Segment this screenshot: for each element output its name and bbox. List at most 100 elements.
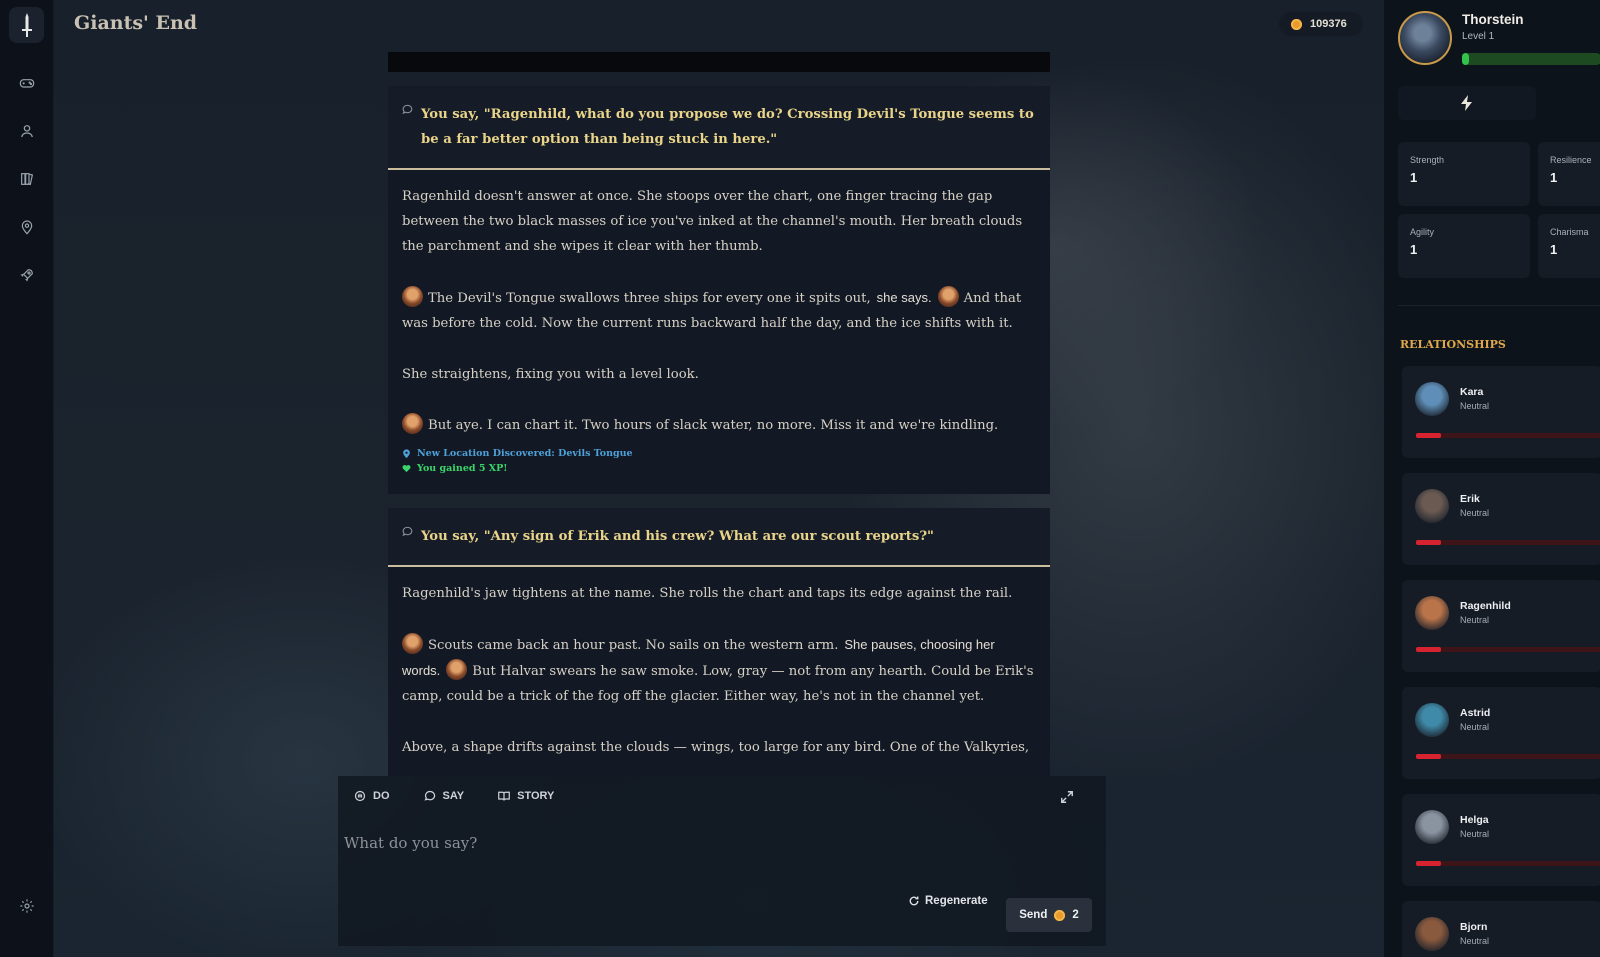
stat-label: Agility [1410,227,1435,237]
rocket-icon[interactable] [14,262,40,288]
narration-paragraph: Scouts came back an hour past. No sails … [402,632,1034,709]
xp-bar-fill [1462,53,1469,65]
xp-bar [1462,53,1600,65]
refresh-icon [909,896,919,906]
stat-label: Strength [1410,155,1445,165]
divider [1398,305,1600,306]
app-title: Giants' End [74,12,198,34]
send-label: Send [1019,909,1048,921]
regenerate-button[interactable]: Regenerate [908,886,988,916]
relationship-card-kara[interactable]: Kara Neutral [1402,366,1600,458]
narration-paragraph: She straightens, fixing you with a level… [402,367,699,382]
npc-avatar [1415,810,1449,844]
user-icon[interactable] [14,118,40,144]
ragenhild-portrait-icon [937,286,959,307]
map-pin-icon [403,448,410,458]
npc-name: Helga [1460,814,1489,826]
npc-avatar [1415,489,1449,523]
ragenhild-portrait-icon [402,286,423,307]
story-log: You say, "Ragenhild, what do you propose… [388,86,1050,776]
speech-bubble-icon [402,104,413,115]
narration-paragraph: Above, a shape drifts against the clouds… [402,740,1030,755]
regenerate-label: Regenerate [925,895,988,907]
npc-status: Neutral [1460,936,1490,946]
tab-say-label: SAY [442,790,465,802]
player-say-entry: You say, "Ragenhild, what do you propose… [388,86,1050,170]
ragenhild-portrait-icon [402,413,423,434]
dialogue-text: But Halvar swears he saw smoke. Low, gra… [402,664,1034,704]
relationship-card-erik[interactable]: Erik Neutral [1402,473,1600,565]
dialogue-text: But aye. I can chart it. Two hours of sl… [428,418,999,433]
dialogue-tag: she says. [876,290,932,305]
stat-agility: Agility 1 [1398,214,1530,278]
stat-label: Resilience [1550,155,1592,165]
npc-avatar [1415,917,1449,951]
npc-status: Neutral [1460,401,1490,411]
action-input-panel: DO SAY STORY Regenerate Send 2 [338,776,1106,946]
tab-story-label: STORY [517,790,555,802]
npc-name: Astrid [1460,707,1491,719]
xp-notice: You gained 5 XP! [402,461,1034,476]
npc-status: Neutral [1460,829,1490,839]
stat-value: 1 [1550,170,1558,185]
say-input[interactable] [344,826,1084,860]
relationship-card-helga[interactable]: Helga Neutral [1402,794,1600,886]
tab-say[interactable]: SAY [424,790,465,802]
narration-paragraph: Ragenhild's jaw tightens at the name. Sh… [402,586,1013,601]
book-icon[interactable] [14,166,40,192]
coin-icon [1054,909,1066,921]
tab-do[interactable]: DO [354,790,390,802]
speech-bubble-icon [402,526,413,537]
npc-status: Neutral [1460,615,1490,625]
relationship-bar-fill [1416,540,1441,545]
npc-avatar [1415,596,1449,630]
narration-paragraph: The Devil's Tongue swallows three ships … [402,285,1034,336]
sword-icon[interactable] [9,7,44,43]
currency-amount: 109376 [1310,18,1347,30]
gamepad-icon[interactable] [14,70,40,96]
relationship-bar [1416,754,1600,759]
relationship-bar-fill [1416,647,1441,652]
npc-name: Ragenhild [1460,600,1511,612]
tab-story[interactable]: STORY [498,790,554,802]
character-panel: Thorstein Level 1 Strength 1 Resilience … [1384,0,1600,957]
map-pin-icon[interactable] [14,214,40,240]
narration-entry: Ragenhild's jaw tightens at the name. Sh… [388,567,1050,776]
stat-value: 1 [1410,170,1418,185]
relationship-bar-fill [1416,754,1441,759]
relationship-bar [1416,433,1600,438]
lightning-icon[interactable] [1398,86,1536,120]
send-cost: 2 [1072,909,1079,921]
settings-icon[interactable] [14,893,40,919]
hand-icon [354,790,366,802]
book-open-icon [498,791,510,801]
stat-label: Charisma [1550,227,1589,237]
player-level: Level 1 [1462,31,1495,42]
relationship-card-bjorn[interactable]: Bjorn Neutral [1402,901,1600,957]
speech-bubble-icon [424,790,435,801]
send-button[interactable]: Send 2 [1006,898,1092,932]
relationship-bar [1416,540,1600,545]
ragenhild-portrait-icon [402,633,423,654]
stat-value: 1 [1550,242,1558,257]
stat-resilience: Resilience 1 [1538,142,1600,206]
tab-do-label: DO [373,790,390,802]
relationships-title: RELATIONSHIPS [1400,338,1506,351]
currency-badge: 109376 [1279,12,1363,36]
narration-paragraph: But aye. I can chart it. Two hours of sl… [402,413,1034,438]
mode-tabs: DO SAY STORY [354,790,554,802]
narration-entry: Ragenhild doesn't answer at once. She st… [388,170,1050,494]
heart-icon [402,465,411,473]
relationship-card-ragenhild[interactable]: Ragenhild Neutral [1402,580,1600,672]
expand-icon[interactable] [1060,790,1074,809]
stat-strength: Strength 1 [1398,142,1530,206]
npc-name: Bjorn [1460,921,1488,933]
player-avatar[interactable] [1398,11,1452,65]
relationship-card-astrid[interactable]: Astrid Neutral [1402,687,1600,779]
stat-value: 1 [1410,242,1418,257]
ragenhild-portrait-icon [446,659,468,680]
relationship-bar [1416,861,1600,866]
npc-status: Neutral [1460,722,1490,732]
npc-name: Kara [1460,386,1484,398]
left-nav-rail [0,0,54,957]
